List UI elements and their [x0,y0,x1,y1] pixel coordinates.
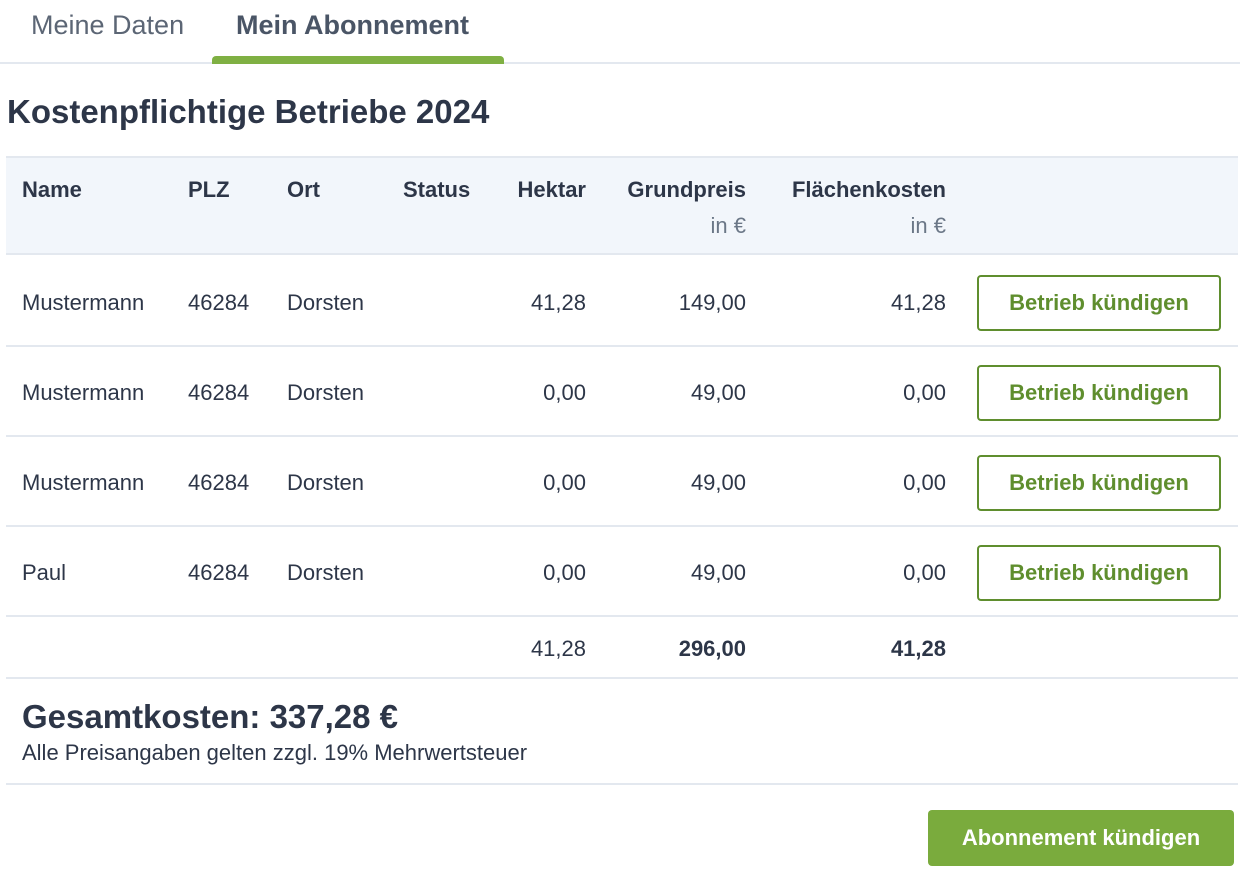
cell-ort: Dorsten [287,290,365,315]
tab-mein-abonnement[interactable]: Mein Abonnement [236,8,469,42]
total-grundpreis: 296,00 [678,636,746,661]
cancel-business-button[interactable]: Betrieb kündigen [977,545,1221,601]
cell-name: Mustermann [22,380,145,405]
cell-name: Mustermann [22,290,145,315]
cell-grundpreis: 49,00 [690,380,746,405]
cell-flaechenkosten: 0,00 [903,560,946,585]
cell-hektar: 0,00 [543,470,586,495]
tab-bar: Meine Daten Mein Abonnement [0,0,1240,64]
cell-hektar: 0,00 [543,560,586,585]
cell-name: Paul [22,560,67,585]
total-flaechenkosten: 41,28 [890,636,946,661]
total-hektar: 41,28 [530,636,586,661]
cancel-business-button[interactable]: Betrieb kündigen [977,455,1221,511]
cell-flaechenkosten: 0,00 [903,470,946,495]
page-title: Kostenpflichtige Betriebe 2024 [7,93,490,130]
cell-hektar: 41,28 [530,290,586,315]
cell-grundpreis: 149,00 [678,290,746,315]
table-row: Mustermann 46284 Dorsten 0,00 49,00 0,00… [6,347,1238,437]
table-row: Paul 46284 Dorsten 0,00 49,00 0,00 Betri… [6,527,1238,617]
cancel-business-button[interactable]: Betrieb kündigen [977,275,1221,331]
column-header-status: Status [403,177,471,202]
cell-ort: Dorsten [287,470,365,495]
table-header: Name PLZ Ort Status Hektar Grundpreis in… [6,156,1238,255]
column-header-flaechenkosten: Flächenkosten [791,177,946,202]
cell-plz: 46284 [188,380,250,405]
vat-note: Alle Preisangaben gelten zzgl. 19% Mehrw… [22,740,528,765]
cell-grundpreis: 49,00 [690,470,746,495]
cell-hektar: 0,00 [543,380,586,405]
cell-ort: Dorsten [287,560,365,585]
table-totals-row: 41,28 296,00 41,28 [6,617,1238,679]
column-unit-grundpreis: in € [710,213,746,238]
column-header-name: Name [22,177,82,202]
cell-flaechenkosten: 0,00 [903,380,946,405]
cell-plz: 46284 [188,470,250,495]
cell-ort: Dorsten [287,380,365,405]
total-cost-heading: Gesamtkosten: 337,28 € [22,698,399,735]
cancel-subscription-button[interactable]: Abonnement kündigen [928,810,1234,866]
cell-grundpreis: 49,00 [690,560,746,585]
column-header-hektar: Hektar [517,177,586,202]
cell-flaechenkosten: 41,28 [890,290,946,315]
column-header-grundpreis: Grundpreis [627,177,746,202]
column-header-ort: Ort [287,177,320,202]
cost-summary: Gesamtkosten: 337,28 € Alle Preisangaben… [6,679,1238,785]
column-header-plz: PLZ [188,177,230,202]
cancel-business-button[interactable]: Betrieb kündigen [977,365,1221,421]
active-tab-indicator [212,56,504,64]
column-unit-flaechenkosten: in € [910,213,946,238]
tab-meine-daten[interactable]: Meine Daten [31,8,184,42]
table-row: Mustermann 46284 Dorsten 0,00 49,00 0,00… [6,437,1238,527]
table-row: Mustermann 46284 Dorsten 41,28 149,00 41… [6,257,1238,347]
cell-plz: 46284 [188,560,250,585]
cell-name: Mustermann [22,470,145,495]
cell-plz: 46284 [188,290,250,315]
